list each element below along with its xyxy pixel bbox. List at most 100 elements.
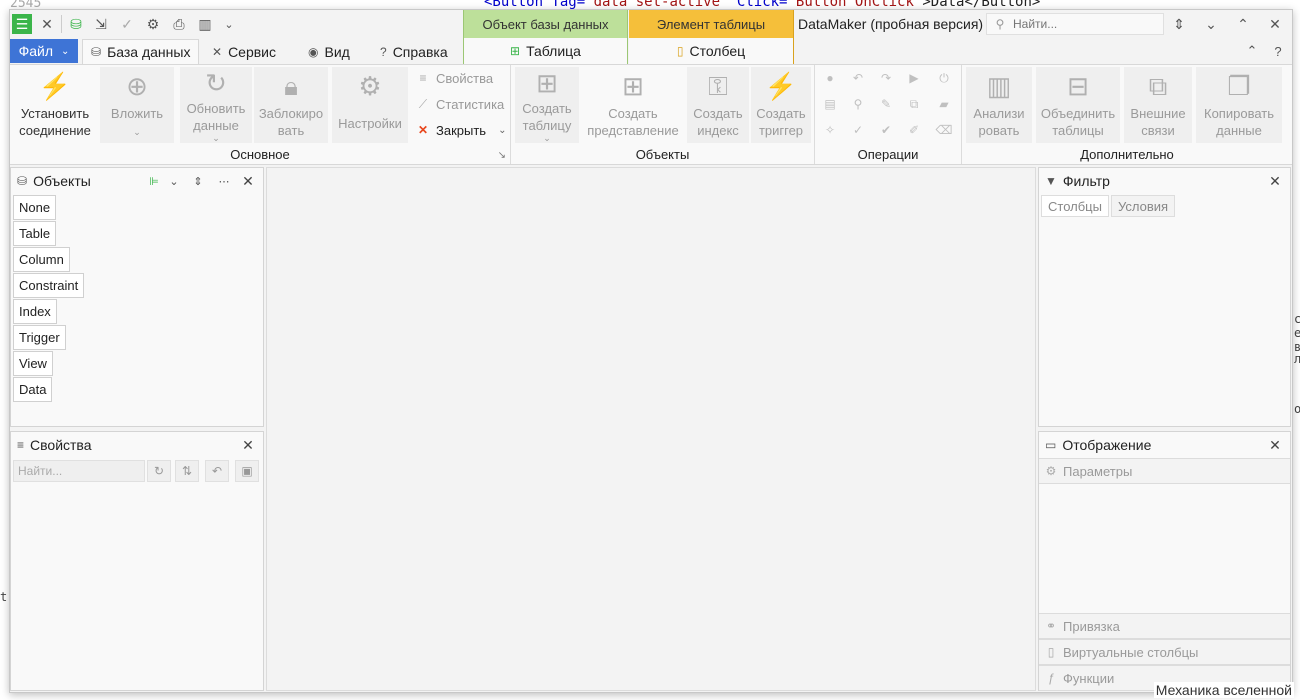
close-icon[interactable]: ✕: [1266, 436, 1284, 454]
close-icon[interactable]: ✕: [1266, 172, 1284, 190]
ribbon-group-objects: ⊞ Создать таблицу ⌄ ⊞ Создать представле…: [511, 65, 815, 164]
zoom-icon[interactable]: ⚲: [847, 93, 869, 115]
check-icon[interactable]: ✔: [875, 119, 897, 141]
copy-data-button[interactable]: ❐ Копировать данные: [1196, 67, 1282, 143]
settings-button[interactable]: ⚙ Настройки: [332, 67, 408, 143]
button-label: Создать: [756, 106, 806, 121]
list-item[interactable]: Column: [13, 247, 70, 272]
gear-icon[interactable]: ⚙: [142, 13, 164, 35]
import-icon[interactable]: ⇲: [90, 13, 112, 35]
tab-help[interactable]: ? Справка: [372, 39, 456, 64]
attach-button[interactable]: ⊕ Вложить ⌄: [100, 67, 174, 143]
minimize-icon[interactable]: ⌄: [1200, 13, 1222, 35]
backspace-icon[interactable]: ⌫: [933, 119, 955, 141]
refresh-data-button[interactable]: ↻ Обновить данные ⌄: [180, 67, 252, 143]
chart-icon[interactable]: ▥: [194, 13, 216, 35]
edit-icon[interactable]: ✎: [875, 93, 897, 115]
undo-icon[interactable]: ↶: [847, 67, 869, 89]
double-check-icon[interactable]: ✓: [847, 119, 869, 141]
external-links-button[interactable]: ⧉ Внешние связи: [1124, 67, 1192, 143]
maximize-icon[interactable]: ⌃: [1232, 13, 1254, 35]
tools-icon[interactable]: ✕: [36, 13, 58, 35]
dialog-launcher-icon[interactable]: ↘: [498, 150, 506, 161]
close-icon[interactable]: ✕: [239, 436, 257, 454]
tab-view[interactable]: ◉ Вид: [300, 39, 358, 64]
title-search-box[interactable]: ⚲: [986, 13, 1164, 35]
folder-icon[interactable]: ▰: [933, 93, 955, 115]
button-label: Вложить: [110, 106, 164, 121]
button-label: Внешние: [1130, 106, 1186, 121]
list-item[interactable]: None: [13, 195, 57, 220]
database-add-icon[interactable]: ⛁: [65, 13, 87, 35]
document-area: [266, 167, 1036, 691]
help-icon[interactable]: ?: [1268, 41, 1288, 61]
search-input[interactable]: [1013, 17, 1159, 31]
restore-ribbon-icon[interactable]: ⇕: [1168, 13, 1190, 35]
properties-button[interactable]: ≡ Свойства: [412, 67, 506, 89]
copy-icon[interactable]: ⧉: [903, 93, 925, 115]
tab-column[interactable]: ▯ Столбец: [629, 38, 794, 64]
brush-icon[interactable]: ✐: [903, 119, 925, 141]
create-view-button[interactable]: ⊞ Создать представление: [583, 67, 683, 143]
merge-tables-button[interactable]: ⊟ Объединить таблицы: [1036, 67, 1120, 143]
close-icon[interactable]: ✕: [239, 172, 257, 190]
button-label: Создать: [693, 106, 743, 121]
analyze-button[interactable]: ▥ Анализи ровать: [966, 67, 1032, 143]
list-item[interactable]: Table: [13, 221, 57, 246]
tree-icon[interactable]: ⊫: [145, 172, 163, 190]
expand-collapse-icon[interactable]: ⇕: [189, 172, 207, 190]
panel-title: Фильтр: [1062, 173, 1110, 189]
column-icon: ▯: [1047, 645, 1055, 659]
properties-search-input[interactable]: Найти...: [13, 460, 145, 482]
statistics-button[interactable]: ⟋ Статистика: [412, 93, 506, 115]
chevron-down-icon[interactable]: ⌄: [218, 13, 240, 35]
parameters-section[interactable]: ⚙ Параметры: [1039, 458, 1290, 484]
save-icon[interactable]: ▣: [235, 460, 259, 482]
group-label: Дополнительно: [1080, 147, 1174, 162]
create-trigger-button[interactable]: ⚡ Создать триггер: [751, 67, 811, 143]
list-item[interactable]: Trigger: [13, 325, 66, 350]
list-item[interactable]: Data: [13, 377, 53, 402]
lightning-icon: ⚡: [764, 70, 798, 101]
app-menu-icon[interactable]: ☰: [12, 14, 32, 34]
sort-icon[interactable]: ⇅: [175, 460, 199, 482]
file-tab[interactable]: Файл ⌄: [10, 39, 78, 63]
binding-section[interactable]: ⚭ Привязка: [1039, 613, 1290, 639]
print-icon[interactable]: ⎙: [168, 13, 190, 35]
magic-wand-icon[interactable]: ✧: [819, 119, 841, 141]
redo-icon[interactable]: ↷: [875, 67, 897, 89]
play-icon[interactable]: ▶: [903, 67, 925, 89]
tab-label: Таблица: [526, 43, 581, 59]
tab-service[interactable]: ✕ Сервис: [204, 39, 284, 64]
connect-button[interactable]: ⚡ Установить соединение: [14, 67, 96, 143]
close-icon[interactable]: ✕: [1264, 13, 1286, 35]
create-index-button[interactable]: ⚿ Создать индекс: [687, 67, 749, 143]
tab-label: Столбец: [689, 43, 746, 59]
button-label: триггер: [758, 123, 804, 138]
button-label: Установить: [20, 106, 90, 121]
check-icon[interactable]: ✓: [116, 13, 138, 35]
refresh-icon[interactable]: ↻: [147, 460, 171, 482]
create-table-button[interactable]: ⊞ Создать таблицу ⌄: [515, 67, 579, 143]
virtual-columns-section[interactable]: ▯ Виртуальные столбцы: [1039, 639, 1290, 665]
chevron-down-icon[interactable]: ⌄: [165, 172, 183, 190]
display-panel: ▭ Отображение ✕ ⚙ Параметры ⚭ Привязка ▯…: [1038, 431, 1291, 691]
power-icon[interactable]: ⏻: [933, 67, 955, 89]
close-button[interactable]: ✕ Закрыть ⌄: [412, 119, 510, 141]
list-item[interactable]: Constraint: [13, 273, 85, 298]
list-item[interactable]: Index: [13, 299, 57, 324]
lock-button[interactable]: 🔒︎ Заблокиро вать: [254, 67, 328, 143]
panel-header: ≡ Свойства: [11, 432, 263, 458]
tab-conditions[interactable]: Условия: [1111, 195, 1176, 217]
bar-chart-icon: ▥: [986, 70, 1012, 101]
more-icon[interactable]: ⋯: [215, 172, 233, 190]
tab-columns[interactable]: Столбцы: [1041, 195, 1109, 217]
record-icon[interactable]: ●: [819, 67, 841, 89]
list-item[interactable]: View: [13, 351, 53, 376]
undo-icon[interactable]: ↶: [205, 460, 229, 482]
collapse-ribbon-icon[interactable]: ⌃: [1242, 41, 1262, 61]
tab-table[interactable]: ⊞ Таблица: [463, 38, 628, 64]
document-search-icon[interactable]: ▤: [819, 93, 841, 115]
ribbon-group-operations: ● ↶ ↷ ▶ ⏻ ▤ ⚲ ✎ ⧉ ▰ ✧ ✓ ✔ ✐ ⌫ Операции: [815, 65, 962, 164]
tab-database[interactable]: ⛁ База данных: [82, 39, 200, 64]
